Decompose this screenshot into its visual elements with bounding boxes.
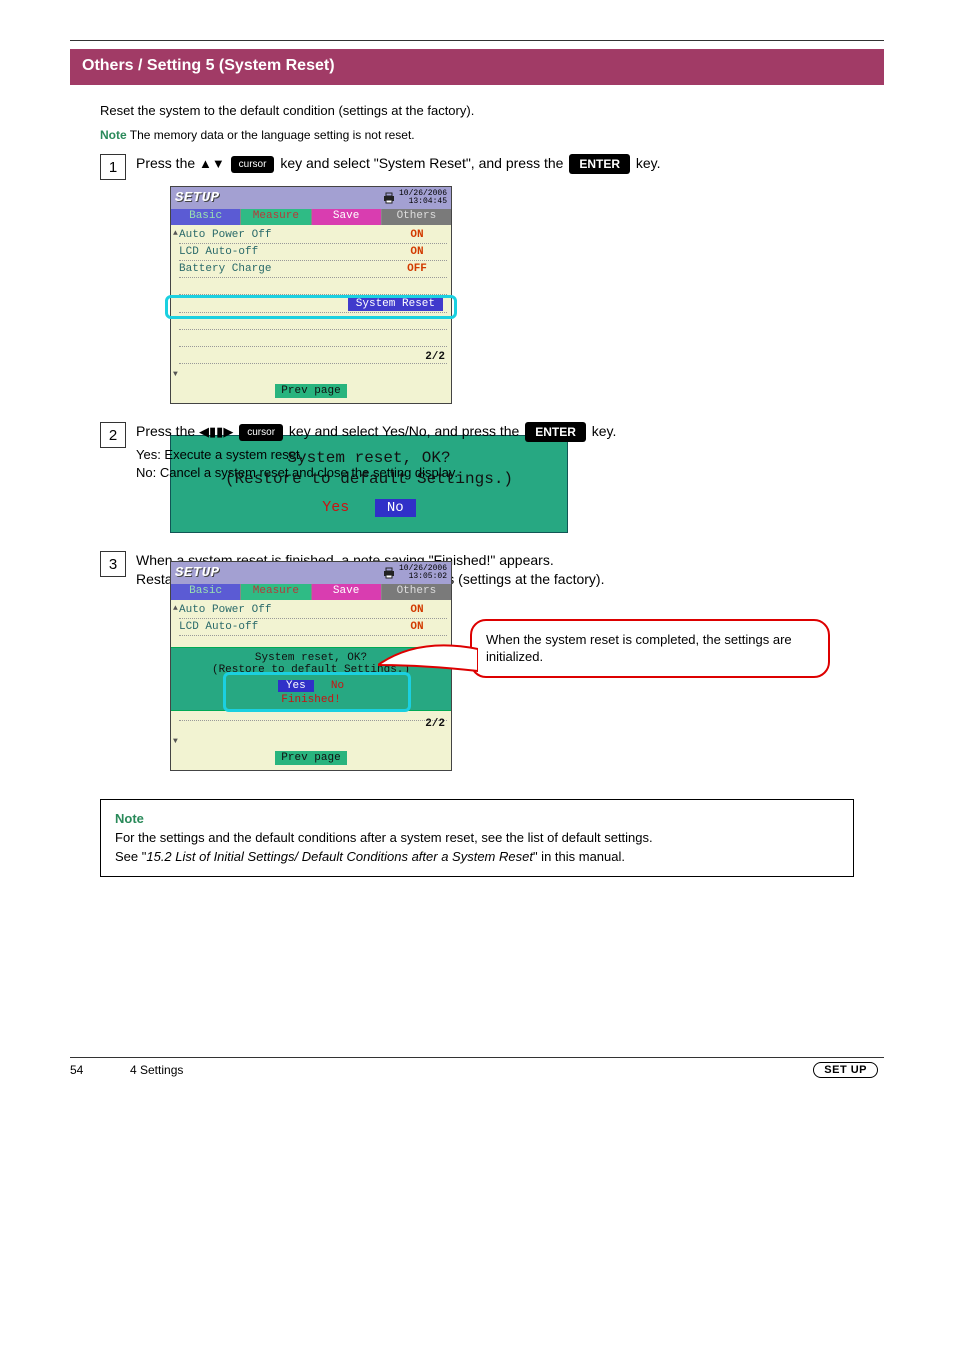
prev-page-button[interactable]: Prev page — [275, 384, 346, 398]
dialog-yes-option[interactable]: Yes — [322, 499, 349, 516]
cross-ref: 15.2 List of Initial Settings/ Default C… — [146, 849, 533, 864]
tab-others[interactable]: Others — [382, 209, 451, 225]
printer-icon — [382, 567, 396, 579]
dialog-no-option[interactable]: No — [375, 499, 416, 517]
left-right-arrow-icon: ◀▮▮▶ — [199, 424, 233, 439]
tab-save[interactable]: Save — [312, 209, 382, 225]
note-body: The memory data or the language setting … — [130, 128, 415, 142]
enter-key-icon: ENTER — [525, 422, 586, 442]
cursor-key-icon: cursor — [231, 156, 275, 174]
note-line: Note The memory data or the language set… — [100, 128, 884, 142]
page-number: 54 — [70, 1063, 130, 1077]
step-number: 2 — [100, 422, 126, 448]
note-box-line1: For the settings and the default conditi… — [115, 829, 839, 848]
printer-icon — [382, 192, 396, 204]
item-auto-power-off[interactable]: Auto Power Off — [179, 229, 387, 241]
page-footer: 54 4 Settings SET UP — [70, 1057, 884, 1078]
item-battery-charge[interactable]: Battery Charge — [179, 263, 387, 275]
item-lcd-auto-off[interactable]: LCD Auto-off — [179, 246, 387, 258]
note-box-head: Note — [115, 811, 144, 826]
callout-bubble: When the system reset is completed, the … — [470, 619, 830, 678]
callout-tail-icon — [378, 641, 478, 681]
section-banner: Others / Setting 5 (System Reset) — [70, 49, 884, 85]
yes-description: Yes: Execute a system reset. — [136, 446, 884, 464]
highlight-system-reset — [165, 295, 457, 319]
setup-key-icon: SET UP — [813, 1062, 878, 1078]
screenshot-setup-others: SETUP 10/26/2006 13:04:45 Basic Measure … — [170, 186, 452, 404]
cursor-key-icon: cursor — [239, 424, 283, 442]
banner-title: Others / Setting 5 (System Reset) — [70, 49, 884, 83]
dialog-line2: (Restore to default Settings.) — [181, 469, 557, 490]
intro-text: Reset the system to the default conditio… — [100, 103, 884, 118]
note-box: Note For the settings and the default co… — [100, 799, 854, 878]
shot-tabs: Basic Measure Save Others — [171, 209, 451, 225]
enter-key-icon: ENTER — [569, 154, 630, 174]
tab-basic[interactable]: Basic — [171, 209, 241, 225]
step-number: 1 — [100, 154, 126, 180]
note-label: Note — [100, 128, 127, 142]
chapter-title: 4 Settings — [130, 1063, 813, 1077]
shot-title: SETUP — [175, 190, 220, 206]
page-indicator: 2/2 — [425, 351, 445, 363]
tab-measure[interactable]: Measure — [241, 209, 311, 225]
up-down-arrow-icon: ▲▼ — [199, 156, 225, 171]
step-1: 1 Press the ▲▼ cursor key and select "Sy… — [100, 154, 884, 180]
